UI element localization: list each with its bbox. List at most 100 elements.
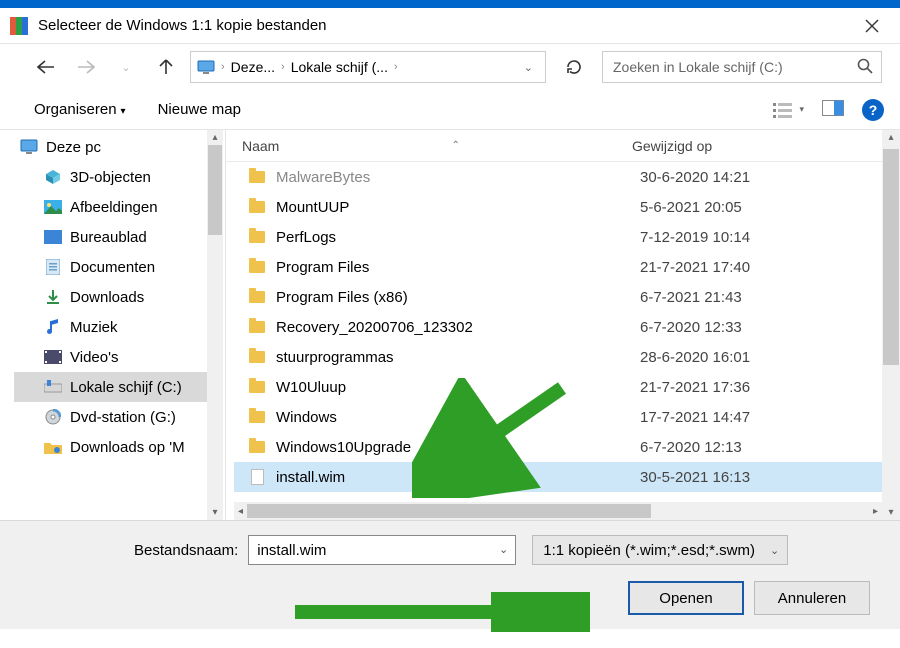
forward-button[interactable] — [70, 52, 102, 82]
file-date: 21-7-2021 17:36 — [640, 379, 892, 396]
recent-dropdown[interactable]: ⌄ — [110, 52, 142, 82]
file-date: 5-6-2021 20:05 — [640, 199, 892, 216]
breadcrumb-drive[interactable]: Lokale schijf (... — [291, 59, 388, 75]
column-modified[interactable]: Gewijzigd op — [632, 138, 892, 154]
view-mode-button[interactable]: ▾ — [773, 101, 804, 119]
refresh-button[interactable] — [554, 51, 594, 83]
documents-icon — [44, 258, 62, 276]
scrollbar-thumb[interactable] — [883, 149, 899, 365]
file-date: 30-5-2021 16:13 — [640, 469, 892, 486]
file-name: Program Files (x86) — [276, 289, 408, 306]
folder-icon — [248, 408, 266, 426]
desktop-icon — [44, 228, 62, 246]
breadcrumb-root[interactable]: Deze... — [231, 59, 275, 75]
app-icon — [10, 17, 28, 35]
file-row[interactable]: MalwareBytes30-6-2020 14:21 — [234, 162, 900, 192]
file-row[interactable]: Recovery_20200706_123302 6-7-2020 12:33 — [234, 312, 900, 342]
file-date: 6-7-2020 12:33 — [640, 319, 892, 336]
file-row[interactable]: W10Uluup 21-7-2021 17:36 — [234, 372, 900, 402]
file-name: Windows10Upgrade — [276, 439, 411, 456]
search-field[interactable] — [602, 51, 882, 83]
column-name-label: Naam — [242, 138, 279, 154]
nav-row: ⌄ › Deze... › Lokale schijf (... › ⌄ — [0, 44, 900, 90]
file-scrollbar-horizontal[interactable]: ◂ ▸ — [234, 502, 882, 520]
file-name: Windows — [276, 409, 337, 426]
column-headers: Naam ⌃ Gewijzigd op — [226, 130, 900, 162]
music-icon — [44, 318, 62, 336]
file-list[interactable]: MalwareBytes30-6-2020 14:21 MountUUP 5-6-2… — [226, 162, 900, 502]
file-row[interactable]: install.wim30-5-2021 16:13 — [234, 462, 900, 492]
tree-label: 3D-objecten — [70, 169, 151, 186]
scroll-up-icon[interactable]: ▴ — [212, 130, 217, 145]
tree-label: Dvd-station (G:) — [70, 409, 176, 426]
scroll-up-icon[interactable]: ▴ — [882, 130, 900, 145]
file-name: W10Uluup — [276, 379, 346, 396]
column-name[interactable]: Naam ⌃ — [242, 138, 632, 154]
scroll-down-icon[interactable]: ▾ — [882, 505, 900, 520]
cancel-button[interactable]: Annuleren — [754, 581, 870, 615]
scrollbar-thumb[interactable] — [247, 504, 651, 518]
file-name: MountUUP — [276, 199, 349, 216]
search-input[interactable] — [602, 51, 882, 83]
filename-label: Bestandsnaam: — [134, 542, 238, 559]
organize-menu[interactable]: Organiseren▾ — [26, 97, 134, 122]
file-date: 6-7-2021 21:43 — [640, 289, 892, 306]
file-name: Recovery_20200706_123302 — [276, 319, 473, 336]
sidebar-scrollbar[interactable]: ▴ ▾ — [207, 130, 223, 520]
file-row[interactable]: stuurprogrammas28-6-2020 16:01 — [234, 342, 900, 372]
navigation-tree: Deze pc 3D-objecten Afbeeldingen Bureaublad… — [0, 130, 226, 520]
help-button[interactable]: ? — [862, 99, 884, 121]
downloads-icon — [44, 288, 62, 306]
file-scrollbar-vertical[interactable]: ▴ ▾ — [882, 130, 900, 520]
scroll-right-icon[interactable]: ▸ — [869, 506, 882, 517]
tree-item[interactable]: Muziek — [14, 312, 223, 342]
chevron-right-icon: › — [394, 61, 398, 73]
file-row[interactable]: Windows10Upgrade 6-7-2020 12:13 — [234, 432, 900, 462]
up-button[interactable] — [150, 52, 182, 82]
back-button[interactable] — [30, 52, 62, 82]
chevron-down-icon: ⌄ — [770, 544, 779, 557]
new-folder-button[interactable]: Nieuwe map — [150, 97, 249, 122]
tree-item[interactable]: 3D-objecten — [14, 162, 223, 192]
address-bar[interactable]: › Deze... › Lokale schijf (... › ⌄ — [190, 51, 546, 83]
monitor-icon — [20, 138, 38, 156]
folder-icon — [248, 348, 266, 366]
file-row[interactable]: Program Files (x86) 6-7-2021 21:43 — [234, 282, 900, 312]
tree-label: Video's — [70, 349, 118, 366]
filename-dropdown-icon[interactable]: ⌄ — [499, 543, 508, 556]
tree-item[interactable]: Afbeeldingen — [14, 192, 223, 222]
tree-item[interactable]: Video's — [14, 342, 223, 372]
tree-item[interactable]: Dvd-station (G:) — [14, 402, 223, 432]
file-row[interactable]: Windows17-7-2021 14:47 — [234, 402, 900, 432]
folder-icon — [248, 228, 266, 246]
chevron-right-icon: › — [281, 61, 285, 73]
tree-item[interactable]: Lokale schijf (C:) — [14, 372, 223, 402]
folder-icon — [248, 378, 266, 396]
tree-label: Bureaublad — [70, 229, 147, 246]
folder-icon — [248, 438, 266, 456]
tree-item[interactable]: Bureaublad — [14, 222, 223, 252]
open-button[interactable]: Openen — [628, 581, 744, 615]
preview-pane-button[interactable] — [822, 100, 844, 119]
tree-label: Lokale schijf (C:) — [70, 379, 182, 396]
file-row[interactable]: MountUUP 5-6-2021 20:05 — [234, 192, 900, 222]
file-row[interactable]: Program Files21-7-2021 17:40 — [234, 252, 900, 282]
tree-item[interactable]: Downloads — [14, 282, 223, 312]
address-dropdown-icon[interactable]: ⌄ — [518, 61, 539, 74]
scrollbar-thumb[interactable] — [208, 145, 222, 235]
tree-item[interactable]: Documenten — [14, 252, 223, 282]
monitor-icon — [197, 58, 215, 76]
scroll-down-icon[interactable]: ▾ — [212, 505, 217, 520]
scroll-left-icon[interactable]: ◂ — [234, 506, 247, 517]
tree-label: Downloads op 'M — [70, 439, 185, 456]
close-button[interactable] — [850, 9, 894, 43]
file-date: 6-7-2020 12:13 — [640, 439, 892, 456]
tree-item[interactable]: Downloads op 'M — [14, 432, 223, 462]
filename-input[interactable] — [248, 535, 516, 565]
file-type-filter[interactable]: 1:1 kopieën (*.wim;*.esd;*.swm) ⌄ — [532, 535, 788, 565]
title-bar: Selecteer de Windows 1:1 kopie bestanden — [0, 8, 900, 44]
file-row[interactable]: PerfLogs7-12-2019 10:14 — [234, 222, 900, 252]
tree-label: Documenten — [70, 259, 155, 276]
tree-root-thispc[interactable]: Deze pc — [14, 132, 223, 162]
file-icon — [248, 468, 266, 486]
